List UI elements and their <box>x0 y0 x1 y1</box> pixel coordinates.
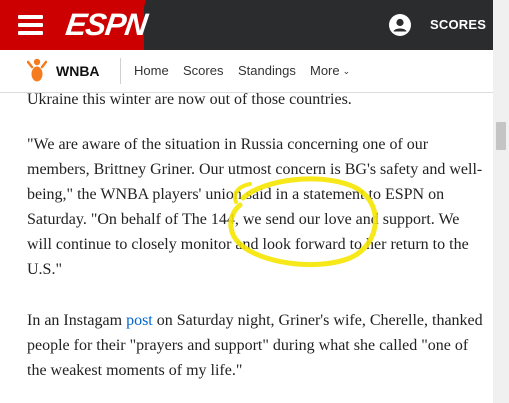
nav-standings[interactable]: Standings <box>238 63 296 78</box>
chevron-down-icon: ⌄ <box>342 66 351 76</box>
browser-page: ESPN SCORES WNBA Home Scores Standings M… <box>0 0 493 403</box>
article-paragraph-quote: "We are aware of the situation in Russia… <box>27 136 483 278</box>
subnav-divider <box>120 58 121 84</box>
user-profile-icon[interactable] <box>389 14 411 36</box>
menu-icon[interactable] <box>18 15 43 35</box>
instagram-post-link[interactable]: post <box>126 312 153 329</box>
article-paragraph-instagram: In an Instagam post on Saturday night, G… <box>27 308 487 383</box>
p2-text-before: In an Instagam <box>27 312 127 329</box>
nav-more-label: More <box>310 63 340 78</box>
nav-home[interactable]: Home <box>134 63 169 78</box>
vertical-scrollbar[interactable] <box>493 0 509 403</box>
scrollbar-thumb[interactable] <box>496 122 506 150</box>
article-paragraph-partial: Ukraine this winter are now out of those… <box>27 91 352 108</box>
espn-header: ESPN SCORES <box>0 0 493 50</box>
nav-scores[interactable]: Scores <box>183 63 223 78</box>
wnba-logo-icon[interactable] <box>27 58 47 82</box>
scores-link[interactable]: SCORES <box>430 17 486 32</box>
espn-logo[interactable]: ESPN <box>64 7 149 42</box>
nav-more[interactable]: More ⌄ <box>310 63 350 78</box>
league-name[interactable]: WNBA <box>56 63 100 79</box>
